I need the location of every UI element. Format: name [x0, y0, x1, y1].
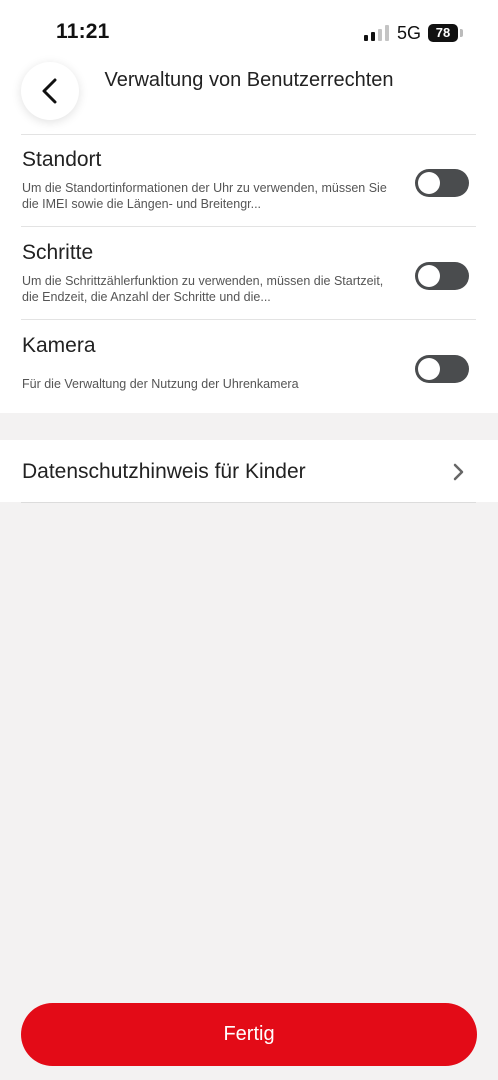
chevron-right-icon [453, 463, 464, 481]
toggle-knob [418, 358, 440, 380]
battery-level: 78 [428, 24, 458, 42]
signal-icon [364, 25, 389, 41]
steps-toggle[interactable] [415, 262, 469, 290]
permission-title: Kamera [22, 334, 96, 357]
privacy-notice-link[interactable]: Datenschutzhinweis für Kinder [0, 440, 498, 502]
permission-description: Um die Schrittzählerfunktion zu verwende… [22, 274, 384, 304]
toggle-knob [418, 265, 440, 287]
network-label: 5G [397, 23, 422, 43]
permission-row-location: Standort Um die Standortinformationen de… [0, 134, 498, 227]
battery-tip [460, 29, 463, 37]
permission-title: Schritte [22, 241, 94, 264]
back-button[interactable] [21, 62, 79, 120]
privacy-notice-label: Datenschutzhinweis für Kinder [22, 460, 306, 483]
status-time: 11:21 [56, 20, 110, 43]
permission-description: Für die Verwaltung der Nutzung der Uhren… [22, 377, 299, 391]
location-toggle[interactable] [415, 169, 469, 197]
privacy-divider [21, 502, 476, 503]
permission-row-steps: Schritte Um die Schrittzählerfunktion zu… [0, 227, 498, 320]
battery-icon: 78 [428, 24, 466, 42]
permission-title: Standort [22, 148, 102, 171]
page-title: Verwaltung von Benutzerrechten [104, 69, 394, 91]
chevron-left-icon [42, 78, 57, 104]
permission-row-camera: Kamera Für die Verwaltung der Nutzung de… [0, 320, 498, 413]
toggle-knob [418, 172, 440, 194]
camera-toggle[interactable] [415, 355, 469, 383]
permission-description: Um die Standortinformationen der Uhr zu … [22, 181, 387, 211]
done-button[interactable]: Fertig [21, 1003, 477, 1066]
